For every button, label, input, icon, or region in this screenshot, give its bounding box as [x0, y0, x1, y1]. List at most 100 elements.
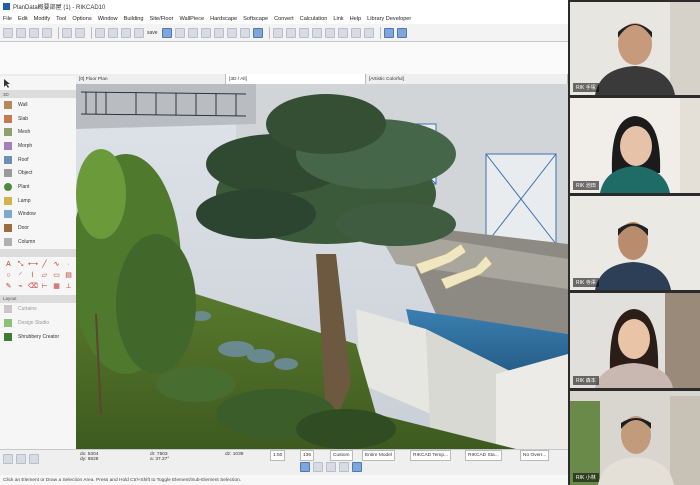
spline-icon[interactable]: ∿	[52, 261, 61, 269]
zoom-in-icon[interactable]	[350, 27, 361, 38]
menu-window[interactable]: Window	[98, 16, 118, 22]
pencil-icon[interactable]	[326, 462, 336, 472]
menu-tool[interactable]: Tool	[56, 16, 66, 22]
view-select[interactable]: Custom	[330, 450, 353, 461]
tool-lamp[interactable]: Lamp	[0, 194, 76, 208]
participant-tile-3[interactable]: RIK 寺澤	[570, 196, 700, 290]
tab-floor-plan[interactable]: [0] Floor Plan	[76, 74, 226, 84]
pen-icon[interactable]: ✎	[4, 283, 13, 291]
tool-mesh[interactable]: Mesh	[0, 125, 76, 139]
orbit-tool-icon[interactable]	[29, 454, 39, 464]
save-view-label[interactable]: save	[147, 30, 158, 36]
scale-field[interactable]: 1:50	[270, 450, 286, 461]
tool-wall[interactable]: Wall	[0, 98, 76, 112]
menu-file[interactable]: File	[3, 16, 12, 22]
circle-icon[interactable]: ○	[4, 272, 13, 280]
menu-help[interactable]: Help	[350, 16, 362, 22]
settings-icon[interactable]	[337, 27, 348, 38]
arrow-tool-icon[interactable]	[272, 27, 283, 38]
render-icon[interactable]	[298, 27, 309, 38]
guide-icon[interactable]	[200, 27, 211, 38]
menu-calculation[interactable]: Calculation	[300, 16, 328, 22]
zoom-field[interactable]: 136	[300, 450, 315, 461]
text-icon[interactable]: A	[4, 261, 13, 269]
redo-icon[interactable]	[75, 27, 85, 38]
arc-icon[interactable]: ◜	[16, 272, 25, 280]
menu-link[interactable]: Link	[333, 16, 343, 22]
magic-wand-icon[interactable]	[226, 27, 237, 38]
polyline-icon[interactable]: ⌇	[28, 272, 37, 280]
tab-3d-all[interactable]: [3D / All]	[226, 74, 366, 84]
section-icon[interactable]: ⊥	[64, 283, 73, 291]
layout-design-studio[interactable]: Design Studio	[0, 316, 76, 330]
print-icon[interactable]	[42, 27, 52, 38]
split-view-icon[interactable]	[396, 27, 407, 38]
zoom-tool-icon[interactable]	[3, 454, 13, 464]
fill-icon[interactable]: ▱	[40, 272, 49, 280]
constraint-icon[interactable]	[352, 462, 362, 472]
participant-tile-4[interactable]: RIK 森本	[570, 293, 700, 388]
tool-object[interactable]: Object	[0, 166, 76, 180]
zoom-out-icon[interactable]	[363, 27, 374, 38]
element-info-icon[interactable]	[285, 27, 296, 38]
window-layout-icon[interactable]	[383, 27, 394, 38]
menu-building[interactable]: Building	[124, 16, 144, 22]
undo-icon[interactable]	[62, 27, 72, 38]
arrow-tool[interactable]	[0, 76, 76, 90]
line-icon[interactable]: ╱	[40, 261, 49, 269]
eraser-icon[interactable]: ⌫	[28, 283, 38, 291]
layout-curtains[interactable]: Curtains	[0, 303, 76, 317]
cut-icon[interactable]	[95, 27, 105, 38]
menu-options[interactable]: Options	[72, 16, 91, 22]
check-icon[interactable]	[313, 462, 323, 472]
tool-door[interactable]: Door	[0, 221, 76, 235]
paste-icon[interactable]	[121, 27, 131, 38]
measure-icon[interactable]: ⊢	[40, 283, 49, 291]
zone-icon[interactable]: ▭	[52, 272, 61, 280]
library-icon[interactable]	[324, 27, 335, 38]
snap-icon[interactable]	[174, 27, 185, 38]
brush-icon[interactable]: ⌁	[16, 283, 25, 291]
participant-tile-5[interactable]: RIK 小林	[570, 391, 700, 485]
layers-icon[interactable]	[134, 27, 144, 38]
menu-softscape[interactable]: Softscape	[243, 16, 268, 22]
tool-window[interactable]: Window	[0, 208, 76, 222]
menu-convert[interactable]: Convert	[274, 16, 294, 22]
copy-icon[interactable]	[108, 27, 118, 38]
menu-edit[interactable]: Edit	[18, 16, 28, 22]
menu-hardscape[interactable]: Hardscape	[210, 16, 237, 22]
dimension-icon[interactable]: ⟷	[28, 261, 38, 269]
publish-icon[interactable]	[311, 27, 322, 38]
tool-roof[interactable]: Roof	[0, 153, 76, 167]
new-icon[interactable]	[3, 27, 13, 38]
layout-shrubbery-creator[interactable]: Shrubbery Creator	[0, 330, 76, 344]
snap-arrow-icon[interactable]	[300, 462, 310, 472]
pointer-icon[interactable]	[187, 27, 198, 38]
participant-tile-1[interactable]: RIK 手塚	[570, 2, 700, 95]
tool-morph[interactable]: Morph	[0, 139, 76, 153]
trace-icon[interactable]	[213, 27, 224, 38]
figure-icon[interactable]: ▤	[64, 272, 73, 280]
menu-modify[interactable]: Modify	[34, 16, 50, 22]
label-icon[interactable]: ⤡	[16, 261, 25, 269]
tab-artistic-colorful[interactable]: [Artistic Colorful]	[366, 74, 568, 84]
3d-view-icon[interactable]	[252, 27, 263, 38]
menu-site-floor[interactable]: Site/Floor	[150, 16, 174, 22]
3d-viewport[interactable]	[76, 84, 568, 449]
open-icon[interactable]	[16, 27, 26, 38]
grid-icon[interactable]	[161, 27, 172, 38]
save-icon[interactable]	[29, 27, 39, 38]
camera-icon[interactable]	[239, 27, 250, 38]
override-combo[interactable]: No Overr...	[520, 450, 550, 461]
pan-tool-icon[interactable]	[16, 454, 26, 464]
tool-slab[interactable]: Slab	[0, 112, 76, 126]
menu-library-developer[interactable]: Library Developer	[367, 16, 411, 22]
layer-combo-2[interactable]: RIKCAD Sta...	[465, 450, 502, 461]
nudge-icon[interactable]	[339, 462, 349, 472]
hotspot-icon[interactable]: ·	[64, 261, 73, 269]
tool-column[interactable]: Column	[0, 235, 76, 249]
menu-wallpiece[interactable]: WallPiece	[179, 16, 204, 22]
tool-plant[interactable]: Plant	[0, 180, 76, 194]
participant-tile-2[interactable]: RIK 池田	[570, 98, 700, 193]
drawing-icon[interactable]: ▦	[52, 283, 61, 291]
